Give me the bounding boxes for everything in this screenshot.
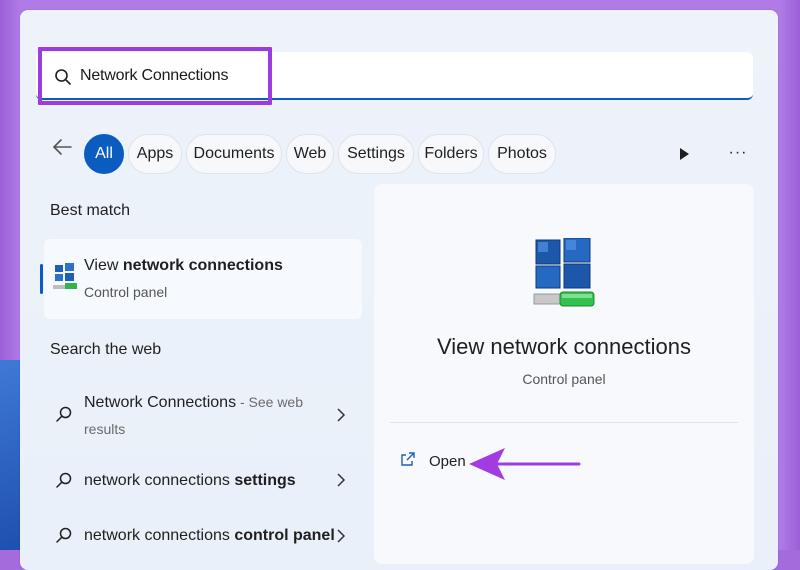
annotation-arrow xyxy=(469,448,581,480)
web-result-text: Network Connections xyxy=(84,394,237,411)
filter-tab-folders[interactable]: Folders xyxy=(418,134,484,174)
desktop-wallpaper xyxy=(0,360,22,550)
preview-title: View network connections xyxy=(437,334,691,359)
web-result-suffix: - See web xyxy=(236,394,304,410)
filter-tab-label: Documents xyxy=(193,145,275,162)
web-search-icon xyxy=(56,527,72,543)
chevron-right-icon xyxy=(337,408,346,422)
filter-tab-web[interactable]: Web xyxy=(286,134,334,174)
best-match-heading: Best match xyxy=(50,202,131,219)
web-search-icon xyxy=(56,406,72,422)
web-result-2[interactable]: network connections settings xyxy=(84,472,296,490)
best-match-title: View network connections xyxy=(84,257,283,275)
filter-tab-label: Folders xyxy=(424,145,478,162)
web-result-3[interactable]: network connections control panel xyxy=(84,527,335,545)
web-search-icon xyxy=(56,472,72,488)
start-search-panel: Network Connections All Apps Documents W… xyxy=(20,10,778,570)
filter-tab-label: Settings xyxy=(347,145,405,162)
more-options-button[interactable]: ··· xyxy=(726,144,750,164)
network-connections-icon xyxy=(53,263,77,289)
filter-tab-label: Web xyxy=(293,145,327,162)
best-match-title-prefix: View xyxy=(84,257,123,274)
best-match-title-bold: network connections xyxy=(122,257,283,274)
web-result-text: network connections xyxy=(84,527,235,544)
network-connections-large-icon xyxy=(533,238,595,307)
annotation-highlight-box xyxy=(38,47,272,105)
open-button[interactable]: Open xyxy=(429,453,466,470)
filter-tab-all[interactable]: All xyxy=(84,134,124,174)
filter-tab-photos[interactable]: Photos xyxy=(488,134,556,174)
best-match-item[interactable] xyxy=(44,239,362,319)
filter-tab-label: Apps xyxy=(136,145,174,162)
selection-indicator xyxy=(40,264,43,294)
preview-subtitle: Control panel xyxy=(522,371,606,387)
web-result-1[interactable]: Network Connections - See web xyxy=(84,394,303,412)
best-match-subtitle: Control panel xyxy=(84,284,168,300)
divider xyxy=(390,422,738,423)
scroll-filters-right-icon[interactable] xyxy=(677,146,691,162)
web-result-bold: settings xyxy=(234,472,296,489)
web-result-bold: control panel xyxy=(234,527,335,544)
back-arrow-icon[interactable] xyxy=(50,135,74,159)
filter-tab-documents[interactable]: Documents xyxy=(186,134,282,174)
web-result-suffix-line2: results xyxy=(84,421,126,437)
web-result-text: network connections xyxy=(84,472,235,489)
search-web-heading: Search the web xyxy=(50,341,162,358)
open-external-icon xyxy=(401,452,415,466)
chevron-right-icon xyxy=(337,473,346,487)
chevron-right-icon xyxy=(337,529,346,543)
filter-tab-label: All xyxy=(95,145,113,162)
filter-tab-settings[interactable]: Settings xyxy=(338,134,414,174)
filter-tab-apps[interactable]: Apps xyxy=(128,134,182,174)
filter-tab-label: Photos xyxy=(497,145,547,162)
